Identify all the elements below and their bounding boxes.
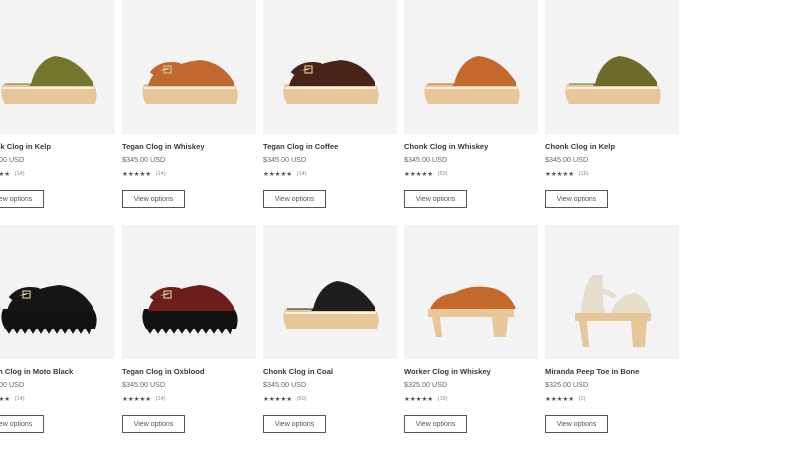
- view-options-button[interactable]: View options: [404, 190, 467, 208]
- product-image[interactable]: [0, 0, 115, 134]
- view-options-button[interactable]: View options: [404, 415, 467, 433]
- star-rating: ★★★★★ (14): [0, 395, 25, 403]
- review-count: (16): [437, 396, 448, 402]
- review-count: (14): [155, 396, 166, 402]
- star-rating: ★★★★★ (50): [263, 395, 307, 403]
- product-price: $345.00 USD: [0, 380, 25, 389]
- star-rating: ★★★★★ (14): [122, 170, 166, 178]
- product-price: $345.00 USD: [122, 380, 166, 389]
- product-name[interactable]: Chonk Clog in Kelp: [0, 142, 141, 151]
- product-price: $345.00 USD: [263, 155, 307, 164]
- product-image[interactable]: [545, 0, 679, 134]
- product-name[interactable]: Tegan Clog in Moto Black: [0, 367, 141, 376]
- stars-icon: ★★★★★: [122, 396, 152, 403]
- product-price: $345.00 USD: [545, 155, 589, 164]
- view-options-button[interactable]: View options: [263, 415, 326, 433]
- product-price: $325.00 USD: [545, 380, 589, 389]
- star-rating: ★★★★★ (50): [404, 170, 448, 178]
- product-price: $345.00 USD: [122, 155, 166, 164]
- stars-icon: ★★★★★: [545, 171, 575, 178]
- stars-icon: ★★★★★: [0, 396, 11, 403]
- product-image[interactable]: [122, 0, 256, 134]
- star-rating: ★★★★★ (1): [545, 395, 585, 403]
- star-rating: ★★★★★ (16): [545, 170, 589, 178]
- stars-icon: ★★★★★: [545, 396, 575, 403]
- product-name[interactable]: Chonk Clog in Coal: [263, 367, 423, 376]
- product-image[interactable]: [545, 225, 679, 359]
- product-name[interactable]: Tegan Clog in Whiskey: [122, 142, 282, 151]
- product-image[interactable]: [404, 225, 538, 359]
- product-name[interactable]: Tegan Clog in Oxblood: [122, 367, 282, 376]
- product-image[interactable]: [0, 225, 115, 359]
- star-rating: ★★★★★ (14): [0, 170, 25, 178]
- product-price: $345.00 USD: [404, 155, 448, 164]
- review-count: (16): [578, 171, 589, 177]
- product-name[interactable]: Tegan Clog in Coffee: [263, 142, 423, 151]
- product-image[interactable]: [263, 0, 397, 134]
- view-options-button[interactable]: View options: [263, 190, 326, 208]
- stars-icon: ★★★★★: [122, 171, 152, 178]
- product-image[interactable]: [404, 0, 538, 134]
- review-count: (50): [296, 396, 307, 402]
- star-rating: ★★★★★ (14): [122, 395, 166, 403]
- product-name[interactable]: Worker Clog in Whiskey: [404, 367, 564, 376]
- stars-icon: ★★★★★: [404, 396, 434, 403]
- product-image[interactable]: [122, 225, 256, 359]
- stars-icon: ★★★★★: [0, 171, 11, 178]
- star-rating: ★★★★★ (14): [263, 170, 307, 178]
- stars-icon: ★★★★★: [263, 171, 293, 178]
- review-count: (1): [578, 396, 586, 402]
- view-options-button[interactable]: View options: [122, 190, 185, 208]
- review-count: (14): [14, 396, 25, 402]
- product-name[interactable]: Chonk Clog in Kelp: [545, 142, 705, 151]
- view-options-button[interactable]: View options: [545, 415, 608, 433]
- review-count: (50): [437, 171, 448, 177]
- product-price: $325.00 USD: [404, 380, 448, 389]
- product-name[interactable]: Miranda Peep Toe in Bone: [545, 367, 705, 376]
- star-rating: ★★★★★ (16): [404, 395, 448, 403]
- view-options-button[interactable]: View options: [545, 190, 608, 208]
- view-options-button[interactable]: View options: [0, 190, 44, 208]
- view-options-button[interactable]: View options: [0, 415, 44, 433]
- view-options-button[interactable]: View options: [122, 415, 185, 433]
- product-price: $345.00 USD: [263, 380, 307, 389]
- product-price: $345.00 USD: [0, 155, 25, 164]
- review-count: (14): [155, 171, 166, 177]
- review-count: (14): [296, 171, 307, 177]
- product-image[interactable]: [263, 225, 397, 359]
- stars-icon: ★★★★★: [404, 171, 434, 178]
- stars-icon: ★★★★★: [263, 396, 293, 403]
- product-name[interactable]: Chonk Clog in Whiskey: [404, 142, 564, 151]
- review-count: (14): [14, 171, 25, 177]
